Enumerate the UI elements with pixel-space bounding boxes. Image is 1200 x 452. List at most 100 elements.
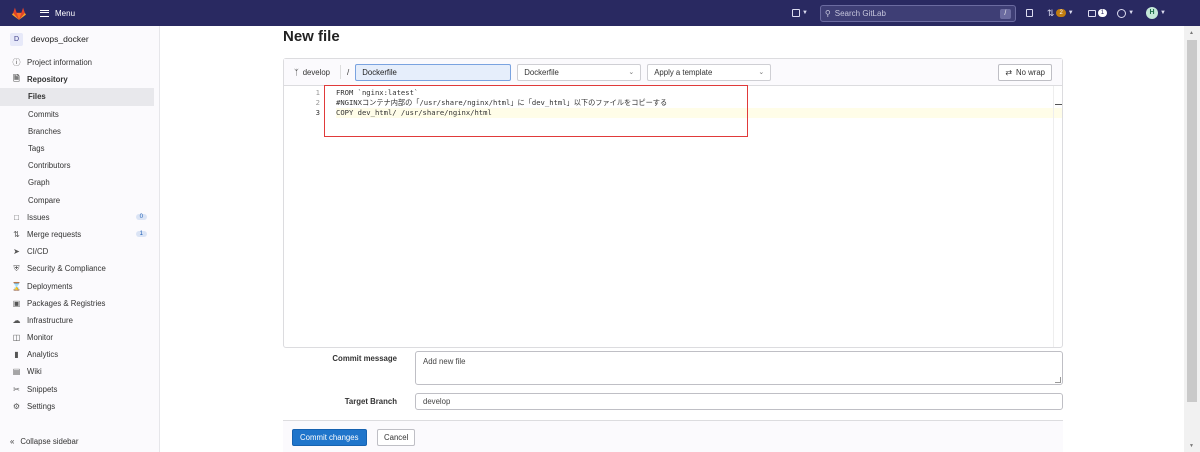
- sidebar-item-label: Compare: [28, 195, 61, 205]
- sidebar-item-label: Snippets: [27, 384, 58, 394]
- gear-icon: ⚙: [12, 401, 21, 411]
- scroll-down-icon[interactable]: ▼: [1189, 443, 1194, 449]
- menu-button[interactable]: Menu: [40, 9, 75, 18]
- sidebar-item-issues[interactable]: □ Issues 0: [0, 209, 159, 226]
- chevron-down-icon: ▼: [801, 10, 808, 16]
- sidebar-item-ci-cd[interactable]: ➤ CI/CD: [0, 243, 159, 260]
- sidebar-item-tags[interactable]: Tags: [0, 140, 159, 157]
- sidebar-item-label: Security & Compliance: [27, 264, 106, 274]
- sidebar: D devops_docker ⓘ Project information 🗎 …: [0, 26, 160, 452]
- line-number-gutter: 1 2 3: [284, 88, 320, 118]
- sidebar-item-label: Graph: [28, 178, 50, 188]
- snippet-icon: ✂: [13, 384, 20, 394]
- sidebar-item-graph[interactable]: Graph: [0, 174, 159, 191]
- merge-request-icon: ⇅: [1046, 7, 1055, 18]
- repository-icon: 🗎: [13, 73, 20, 83]
- editor-scrollbar[interactable]: [1053, 86, 1062, 347]
- main-content: New file ᛉ develop / Dockerfile Dockerfi…: [160, 26, 1184, 452]
- page-scrollbar[interactable]: ▲ ▼: [1184, 26, 1200, 452]
- template-value: Apply a template: [654, 67, 713, 77]
- collapse-sidebar-button[interactable]: « Collapse sidebar: [10, 437, 78, 446]
- sidebar-nav: ⓘ Project information 🗎 Repository Files…: [0, 54, 159, 415]
- sidebar-item-infrastructure[interactable]: ☁ Infrastructure: [0, 312, 159, 329]
- page-title: New file: [283, 28, 340, 45]
- target-branch-field[interactable]: develop: [415, 393, 1063, 410]
- sidebar-item-label: Contributors: [28, 161, 71, 171]
- sidebar-item-wiki[interactable]: ▤ Wiki: [0, 363, 159, 380]
- sidebar-item-settings[interactable]: ⚙ Settings: [0, 398, 159, 415]
- search-box[interactable]: ⚲ Search GitLab /: [819, 4, 1016, 22]
- sidebar-item-repository[interactable]: 🗎 Repository: [0, 71, 159, 88]
- chevron-down-icon: ▼: [1128, 10, 1135, 16]
- sidebar-item-monitor[interactable]: ◫ Monitor: [0, 329, 159, 346]
- sidebar-item-packages-registries[interactable]: ▣ Packages & Registries: [0, 295, 159, 312]
- line-number: 3: [315, 108, 320, 117]
- issues-nav-icon[interactable]: [1025, 9, 1033, 17]
- file-type-select[interactable]: Dockerfile ⌄: [517, 63, 642, 81]
- todos-count-badge: 1: [1097, 9, 1108, 17]
- file-name-input[interactable]: Dockerfile: [355, 63, 512, 81]
- sidebar-item-label: CI/CD: [27, 247, 49, 257]
- sidebar-item-compare[interactable]: Compare: [0, 192, 159, 209]
- editor-header: ᛉ develop / Dockerfile Dockerfile ⌄ Appl…: [284, 59, 1062, 86]
- scrollbar-thumb[interactable]: [1187, 40, 1197, 402]
- sidebar-item-deployments[interactable]: ⌛ Deployments: [0, 277, 159, 294]
- resize-handle-icon[interactable]: [1055, 377, 1061, 383]
- sidebar-item-analytics[interactable]: ▮ Analytics: [0, 346, 159, 363]
- book-icon: ▤: [12, 367, 21, 377]
- merge-requests-count-badge: 1: [135, 231, 147, 238]
- user-menu-button[interactable]: H ▼: [1146, 7, 1166, 19]
- chevron-down-icon: ▼: [1067, 10, 1074, 16]
- commit-message-row: Commit message: [283, 354, 397, 363]
- gitlab-logo-icon[interactable]: [12, 7, 26, 20]
- sidebar-item-security-compliance[interactable]: ⛨ Security & Compliance: [0, 260, 159, 277]
- sidebar-item-contributors[interactable]: Contributors: [0, 157, 159, 174]
- sidebar-item-project-information[interactable]: ⓘ Project information: [0, 54, 159, 71]
- sidebar-item-label: Files: [28, 92, 46, 102]
- help-button[interactable]: ▼: [1117, 8, 1135, 18]
- help-icon: [1117, 8, 1127, 18]
- chevron-down-icon: ▼: [1160, 10, 1166, 16]
- code-area[interactable]: 1 2 3 FROM `nginx:latest` #NGINXコンテナ内部の「…: [284, 85, 1062, 347]
- create-new-button[interactable]: ▼: [791, 9, 808, 17]
- sidebar-item-files[interactable]: Files: [0, 88, 154, 106]
- target-branch-value: develop: [423, 397, 451, 406]
- project-header[interactable]: D devops_docker: [0, 28, 159, 50]
- commit-message-field[interactable]: Add new file: [415, 351, 1063, 385]
- deployments-icon: ⌛: [11, 281, 22, 291]
- cancel-button[interactable]: Cancel: [377, 429, 416, 446]
- merge-requests-nav-button[interactable]: ⇅ 2 ▼: [1047, 8, 1074, 19]
- project-name: devops_docker: [31, 34, 89, 44]
- todos-nav-button[interactable]: 1: [1087, 9, 1108, 17]
- merge-request-icon: ⇅: [13, 229, 20, 239]
- monitor-icon: ◫: [12, 333, 21, 343]
- hamburger-icon: [40, 9, 49, 17]
- sidebar-item-snippets[interactable]: ✂ Snippets: [0, 381, 159, 398]
- issues-icon: □: [14, 212, 19, 222]
- chevron-down-icon: ⌄: [628, 69, 635, 76]
- search-shortcut-hint: /: [999, 8, 1011, 19]
- sidebar-item-branches[interactable]: Branches: [0, 123, 159, 140]
- file-type-value: Dockerfile: [524, 67, 559, 77]
- top-navbar: Menu ▼ ⚲ Search GitLab / ⇅ 2 ▼ 1 ▼ H ▼: [0, 0, 1200, 26]
- commit-changes-button[interactable]: Commit changes: [292, 429, 367, 446]
- no-wrap-toggle[interactable]: ⇄ No wrap: [998, 64, 1052, 81]
- no-wrap-label: No wrap: [1015, 68, 1045, 77]
- double-chevron-left-icon: «: [10, 437, 15, 446]
- sidebar-item-merge-requests[interactable]: ⇅ Merge requests 1: [0, 226, 159, 243]
- sidebar-item-label: Tags: [28, 144, 45, 154]
- package-icon: ▣: [12, 298, 21, 308]
- line-number: 2: [315, 98, 320, 107]
- avatar: H: [1146, 7, 1159, 19]
- target-branch-row: Target Branch: [283, 397, 397, 406]
- sidebar-item-label: Wiki: [27, 367, 42, 377]
- sidebar-item-label: Repository: [27, 75, 68, 85]
- info-icon: ⓘ: [12, 58, 21, 68]
- sidebar-item-commits[interactable]: Commits: [0, 106, 159, 123]
- wrap-icon: ⇄: [1005, 68, 1012, 77]
- template-select[interactable]: Apply a template ⌄: [647, 63, 772, 81]
- scroll-up-icon[interactable]: ▲: [1189, 30, 1194, 36]
- target-branch-label: Target Branch: [344, 397, 397, 406]
- shield-icon: ⛨: [13, 263, 20, 273]
- path-separator: /: [347, 67, 350, 77]
